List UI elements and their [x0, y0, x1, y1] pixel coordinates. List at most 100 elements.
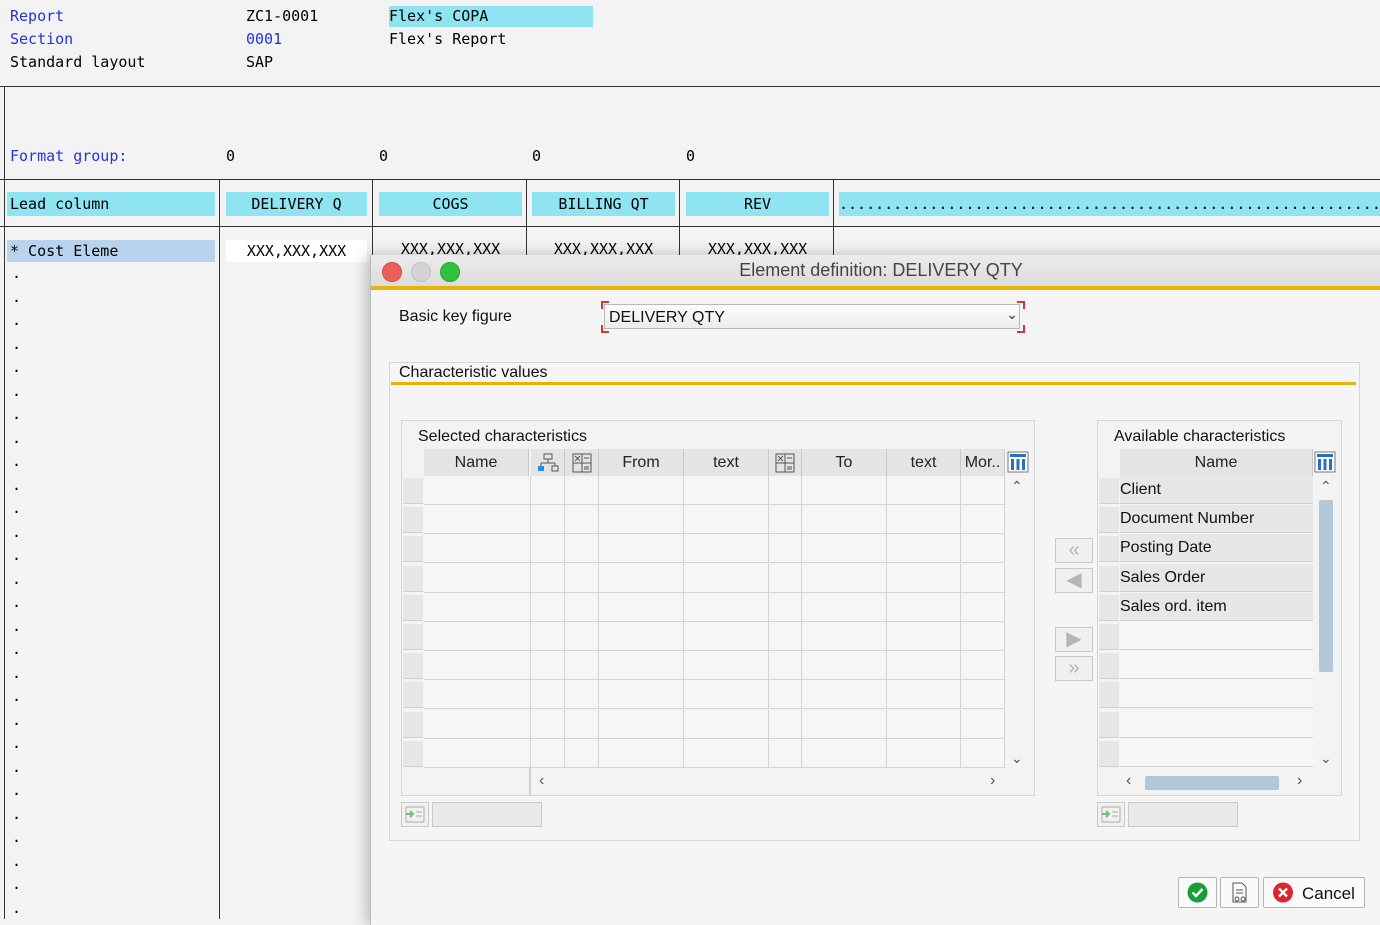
row-selector[interactable] [1099, 478, 1119, 504]
grid-cell[interactable] [802, 622, 887, 651]
grid-cell[interactable] [802, 476, 887, 505]
available-column-header-name[interactable]: Name [1120, 449, 1313, 476]
grid-cell[interactable] [424, 680, 531, 710]
grid-cell[interactable] [769, 680, 802, 710]
grid-cell[interactable] [684, 563, 769, 593]
grid-cell[interactable] [684, 592, 769, 622]
section-id[interactable]: 0001 [246, 30, 282, 48]
grid-cell[interactable] [531, 505, 565, 535]
grid-cell[interactable] [802, 592, 887, 622]
cancel-button[interactable]: Cancel [1263, 877, 1365, 908]
grid-cell[interactable] [887, 563, 961, 593]
grid-cell[interactable] [961, 651, 1005, 681]
format-group-value[interactable]: 0 [532, 147, 541, 165]
move-all-right-button[interactable]: » [1055, 656, 1093, 681]
column-header-billing[interactable]: BILLING QT [532, 192, 675, 216]
scroll-right-icon[interactable]: › [990, 772, 995, 790]
grid-cell[interactable] [887, 622, 961, 651]
row-selector[interactable] [1099, 624, 1119, 650]
grid-cell[interactable] [769, 592, 802, 622]
grid-cell[interactable] [802, 680, 887, 710]
grid-cell[interactable] [565, 651, 599, 681]
scroll-up-icon[interactable]: ⌃ [1320, 478, 1332, 495]
available-characteristic-item[interactable] [1120, 680, 1313, 709]
grid-cell[interactable] [961, 622, 1005, 651]
grid-cell[interactable] [531, 651, 565, 681]
grid-cell[interactable] [684, 651, 769, 681]
grid-cell[interactable] [961, 505, 1005, 535]
format-group-value[interactable]: 0 [379, 147, 388, 165]
select-options-icon[interactable] [769, 449, 802, 476]
column-header-cogs[interactable]: COGS [379, 192, 522, 216]
grid-cell[interactable] [599, 592, 684, 622]
grid-cell[interactable] [531, 592, 565, 622]
grid-cell[interactable] [599, 651, 684, 681]
grid-cell[interactable] [769, 738, 802, 768]
grid-cell[interactable] [961, 680, 1005, 710]
grid-cell[interactable] [565, 709, 599, 739]
grid-cell[interactable] [565, 563, 599, 593]
grid-cell[interactable] [599, 622, 684, 651]
check-entries-icon[interactable] [1220, 877, 1259, 908]
row-selector[interactable] [403, 536, 423, 563]
column-header-rev[interactable]: REV [686, 192, 829, 216]
grid-cell[interactable] [684, 738, 769, 768]
grid-cell[interactable] [531, 476, 565, 505]
format-group-value[interactable]: 0 [226, 147, 235, 165]
available-characteristic-item[interactable]: Client [1120, 476, 1313, 504]
row-selector[interactable] [1099, 682, 1119, 709]
grid-cell[interactable] [961, 738, 1005, 768]
grid-cell[interactable] [887, 505, 961, 535]
column-header-to-text[interactable]: text [887, 449, 961, 476]
row-selector[interactable] [403, 624, 423, 650]
scroll-right-icon[interactable]: › [1297, 772, 1302, 790]
grid-cell[interactable] [769, 476, 802, 505]
grid-cell[interactable] [802, 651, 887, 681]
grid-cell[interactable] [684, 505, 769, 535]
transfer-icon[interactable] [401, 802, 429, 827]
grid-cell[interactable] [769, 505, 802, 535]
grid-cell[interactable] [769, 622, 802, 651]
grid-cell[interactable] [769, 563, 802, 593]
grid-cell[interactable] [424, 622, 531, 651]
chevron-down-icon[interactable]: ⌄ [1006, 306, 1018, 323]
row-label-cost-element[interactable]: * Cost Eleme [7, 240, 215, 262]
basic-key-figure-select[interactable]: DELIVERY QTY ⌄ [601, 301, 1025, 333]
cell-value[interactable]: XXX,XXX,XXX [226, 240, 367, 262]
grid-cell[interactable] [887, 476, 961, 505]
row-selector[interactable] [403, 682, 423, 709]
grid-cell[interactable] [599, 738, 684, 768]
hierarchy-icon[interactable] [531, 449, 565, 476]
column-header-from-text[interactable]: text [684, 449, 769, 476]
move-left-button[interactable]: ◀ [1055, 568, 1093, 593]
grid-cell[interactable] [769, 534, 802, 564]
row-selector[interactable] [403, 740, 423, 767]
move-right-button[interactable]: ▶ [1055, 627, 1093, 652]
grid-cell[interactable] [684, 680, 769, 710]
row-selector[interactable] [1099, 740, 1119, 767]
grid-cell[interactable] [531, 709, 565, 739]
grid-cell[interactable] [424, 592, 531, 622]
grid-cell[interactable] [565, 505, 599, 535]
scroll-left-icon[interactable]: ‹ [1126, 772, 1131, 790]
column-header-empty[interactable]: ........................................… [839, 192, 1380, 216]
grid-cell[interactable] [599, 680, 684, 710]
row-selector[interactable] [1099, 565, 1119, 592]
transfer-icon[interactable] [1097, 802, 1125, 827]
grid-cell[interactable] [599, 505, 684, 535]
row-selector[interactable] [403, 565, 423, 592]
column-header-from[interactable]: From [599, 449, 684, 476]
grid-cell[interactable] [887, 709, 961, 739]
grid-cell[interactable] [599, 709, 684, 739]
grid-cell[interactable] [887, 738, 961, 768]
grid-cell[interactable] [887, 680, 961, 710]
row-selector[interactable] [1099, 536, 1119, 563]
grid-cell[interactable] [961, 534, 1005, 564]
grid-cell[interactable] [424, 651, 531, 681]
horizontal-scroll-thumb[interactable] [1145, 776, 1279, 790]
dialog-title-bar[interactable]: Element definition: DELIVERY QTY [371, 255, 1380, 290]
grid-cell[interactable] [961, 476, 1005, 505]
grid-cell[interactable] [684, 476, 769, 505]
move-all-left-button[interactable]: « [1055, 538, 1093, 563]
grid-cell[interactable] [887, 592, 961, 622]
